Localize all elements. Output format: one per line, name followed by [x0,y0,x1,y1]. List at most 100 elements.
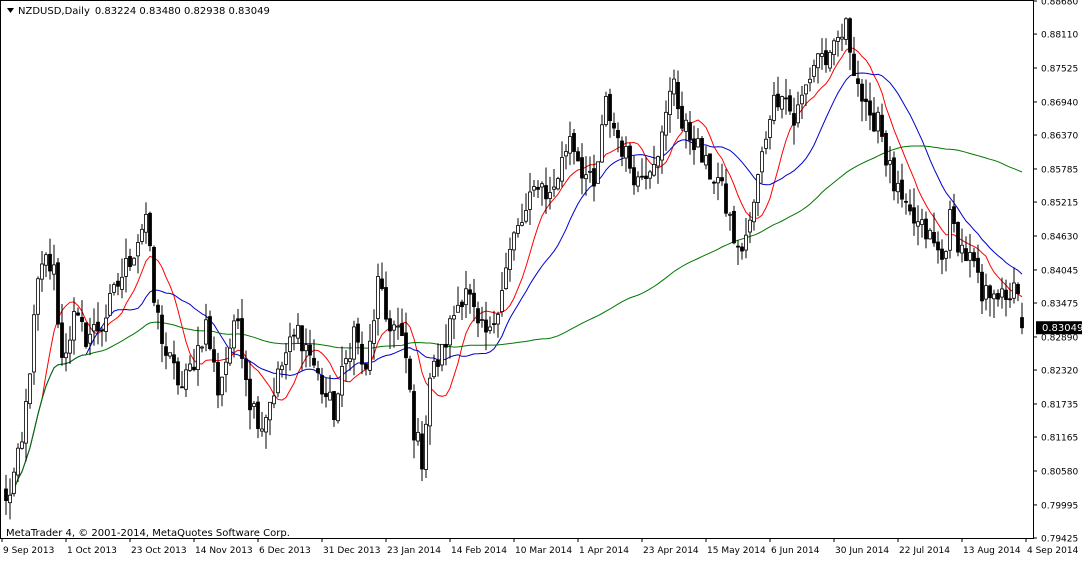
candle [364,363,368,376]
candle [228,338,232,367]
candle [224,346,228,393]
candle [232,314,236,358]
y-tick-label: 0.85785 [1041,165,1078,175]
candle [404,312,408,374]
candle [388,310,392,349]
y-tick-label: 0.88110 [1041,31,1078,41]
y-tick-label: 0.82890 [1041,333,1078,343]
candle [932,212,936,247]
candle [888,146,892,184]
candle [952,193,956,233]
candle [884,130,888,177]
candle [328,375,332,401]
x-tick-label: 13 Aug 2014 [963,546,1021,556]
y-tick-label: 0.83475 [1041,300,1078,310]
candle [752,199,756,231]
time-axis[interactable]: 9 Sep 2013 1 Oct 2013 23 Oct 2013 14 Nov 20… [1,538,1079,556]
price-axis[interactable]: 0.88680 0.88110 0.87525 0.86940 0.86370 0.857… [1033,0,1078,545]
candle [368,324,372,375]
current-price-tag: 0.83049 [1036,321,1082,335]
candle [1012,267,1016,304]
candle [676,70,680,120]
candle [664,100,668,151]
y-tick-label: 0.79425 [1041,535,1078,545]
candle [672,69,676,106]
candle [332,390,336,427]
candle [436,343,440,377]
candle [744,218,748,259]
candle [516,218,520,238]
candle [916,205,920,246]
candle [72,297,76,355]
candle [612,112,616,137]
candle [852,36,856,77]
copyright-text: MetaTrader 4, © 2001-2014, MetaQuotes So… [6,528,290,539]
candle [620,136,624,167]
chart-window[interactable]: 0.88680 0.88110 0.87525 0.86940 0.86370 0.857… [0,0,1082,558]
x-tick-label: 23 Oct 2013 [131,546,187,556]
candle [648,169,652,189]
candle [732,205,736,245]
candle [120,258,124,299]
candle [860,79,864,122]
chart-header: NZDUSD,Daily 0.83224 0.83480 0.82938 0.8… [7,6,270,17]
candle [20,431,24,450]
candle [848,17,852,71]
candle [572,129,576,165]
candle [720,163,724,186]
candle [24,388,28,462]
candle [996,289,1000,307]
candle [600,114,604,163]
candle [380,262,384,291]
candle [944,250,948,272]
dropdown-triangle-icon[interactable] [7,8,14,13]
price-chart[interactable]: 0.88680 0.88110 0.87525 0.86940 0.86370 0.857… [0,0,1082,558]
x-tick-label: 1 Apr 2014 [579,546,629,556]
x-tick-label: 23 Apr 2014 [643,546,699,556]
candle [728,212,732,231]
candle [136,234,140,274]
y-tick-label: 0.79995 [1041,501,1078,511]
candle [704,145,708,170]
candle [116,272,120,296]
candle [84,322,88,349]
x-tick-label: 30 Jun 2014 [835,546,889,556]
candle [524,193,528,224]
candle [512,231,516,261]
candle [496,311,500,338]
candle [268,401,272,436]
candle [692,125,696,165]
candle [348,342,352,371]
candle [764,131,768,155]
candle [812,59,816,83]
candle [924,211,928,249]
candle [172,340,176,380]
candle [800,86,804,119]
candle [416,417,420,446]
x-tick-label: 23 Jan 2014 [387,546,441,556]
candle [344,350,348,382]
candle [196,326,200,386]
candle [240,298,244,369]
candle [636,171,640,193]
y-tick-label: 0.85215 [1041,199,1078,209]
candle [376,263,380,336]
candle [856,60,860,97]
candle [100,327,104,347]
candle [832,38,836,66]
candle [604,91,608,127]
candle [252,401,256,419]
y-tick-label: 0.86370 [1041,132,1078,142]
candle [564,144,568,170]
candle [448,315,452,359]
candle [972,247,976,268]
candle [892,151,896,201]
x-tick-label: 1 Oct 2013 [67,546,117,556]
candle [56,258,60,329]
candle [160,305,164,363]
candle [696,128,700,148]
x-tick-label: 9 Sep 2013 [3,546,54,556]
candle [168,352,172,359]
candle [164,332,168,370]
candle [776,76,780,111]
